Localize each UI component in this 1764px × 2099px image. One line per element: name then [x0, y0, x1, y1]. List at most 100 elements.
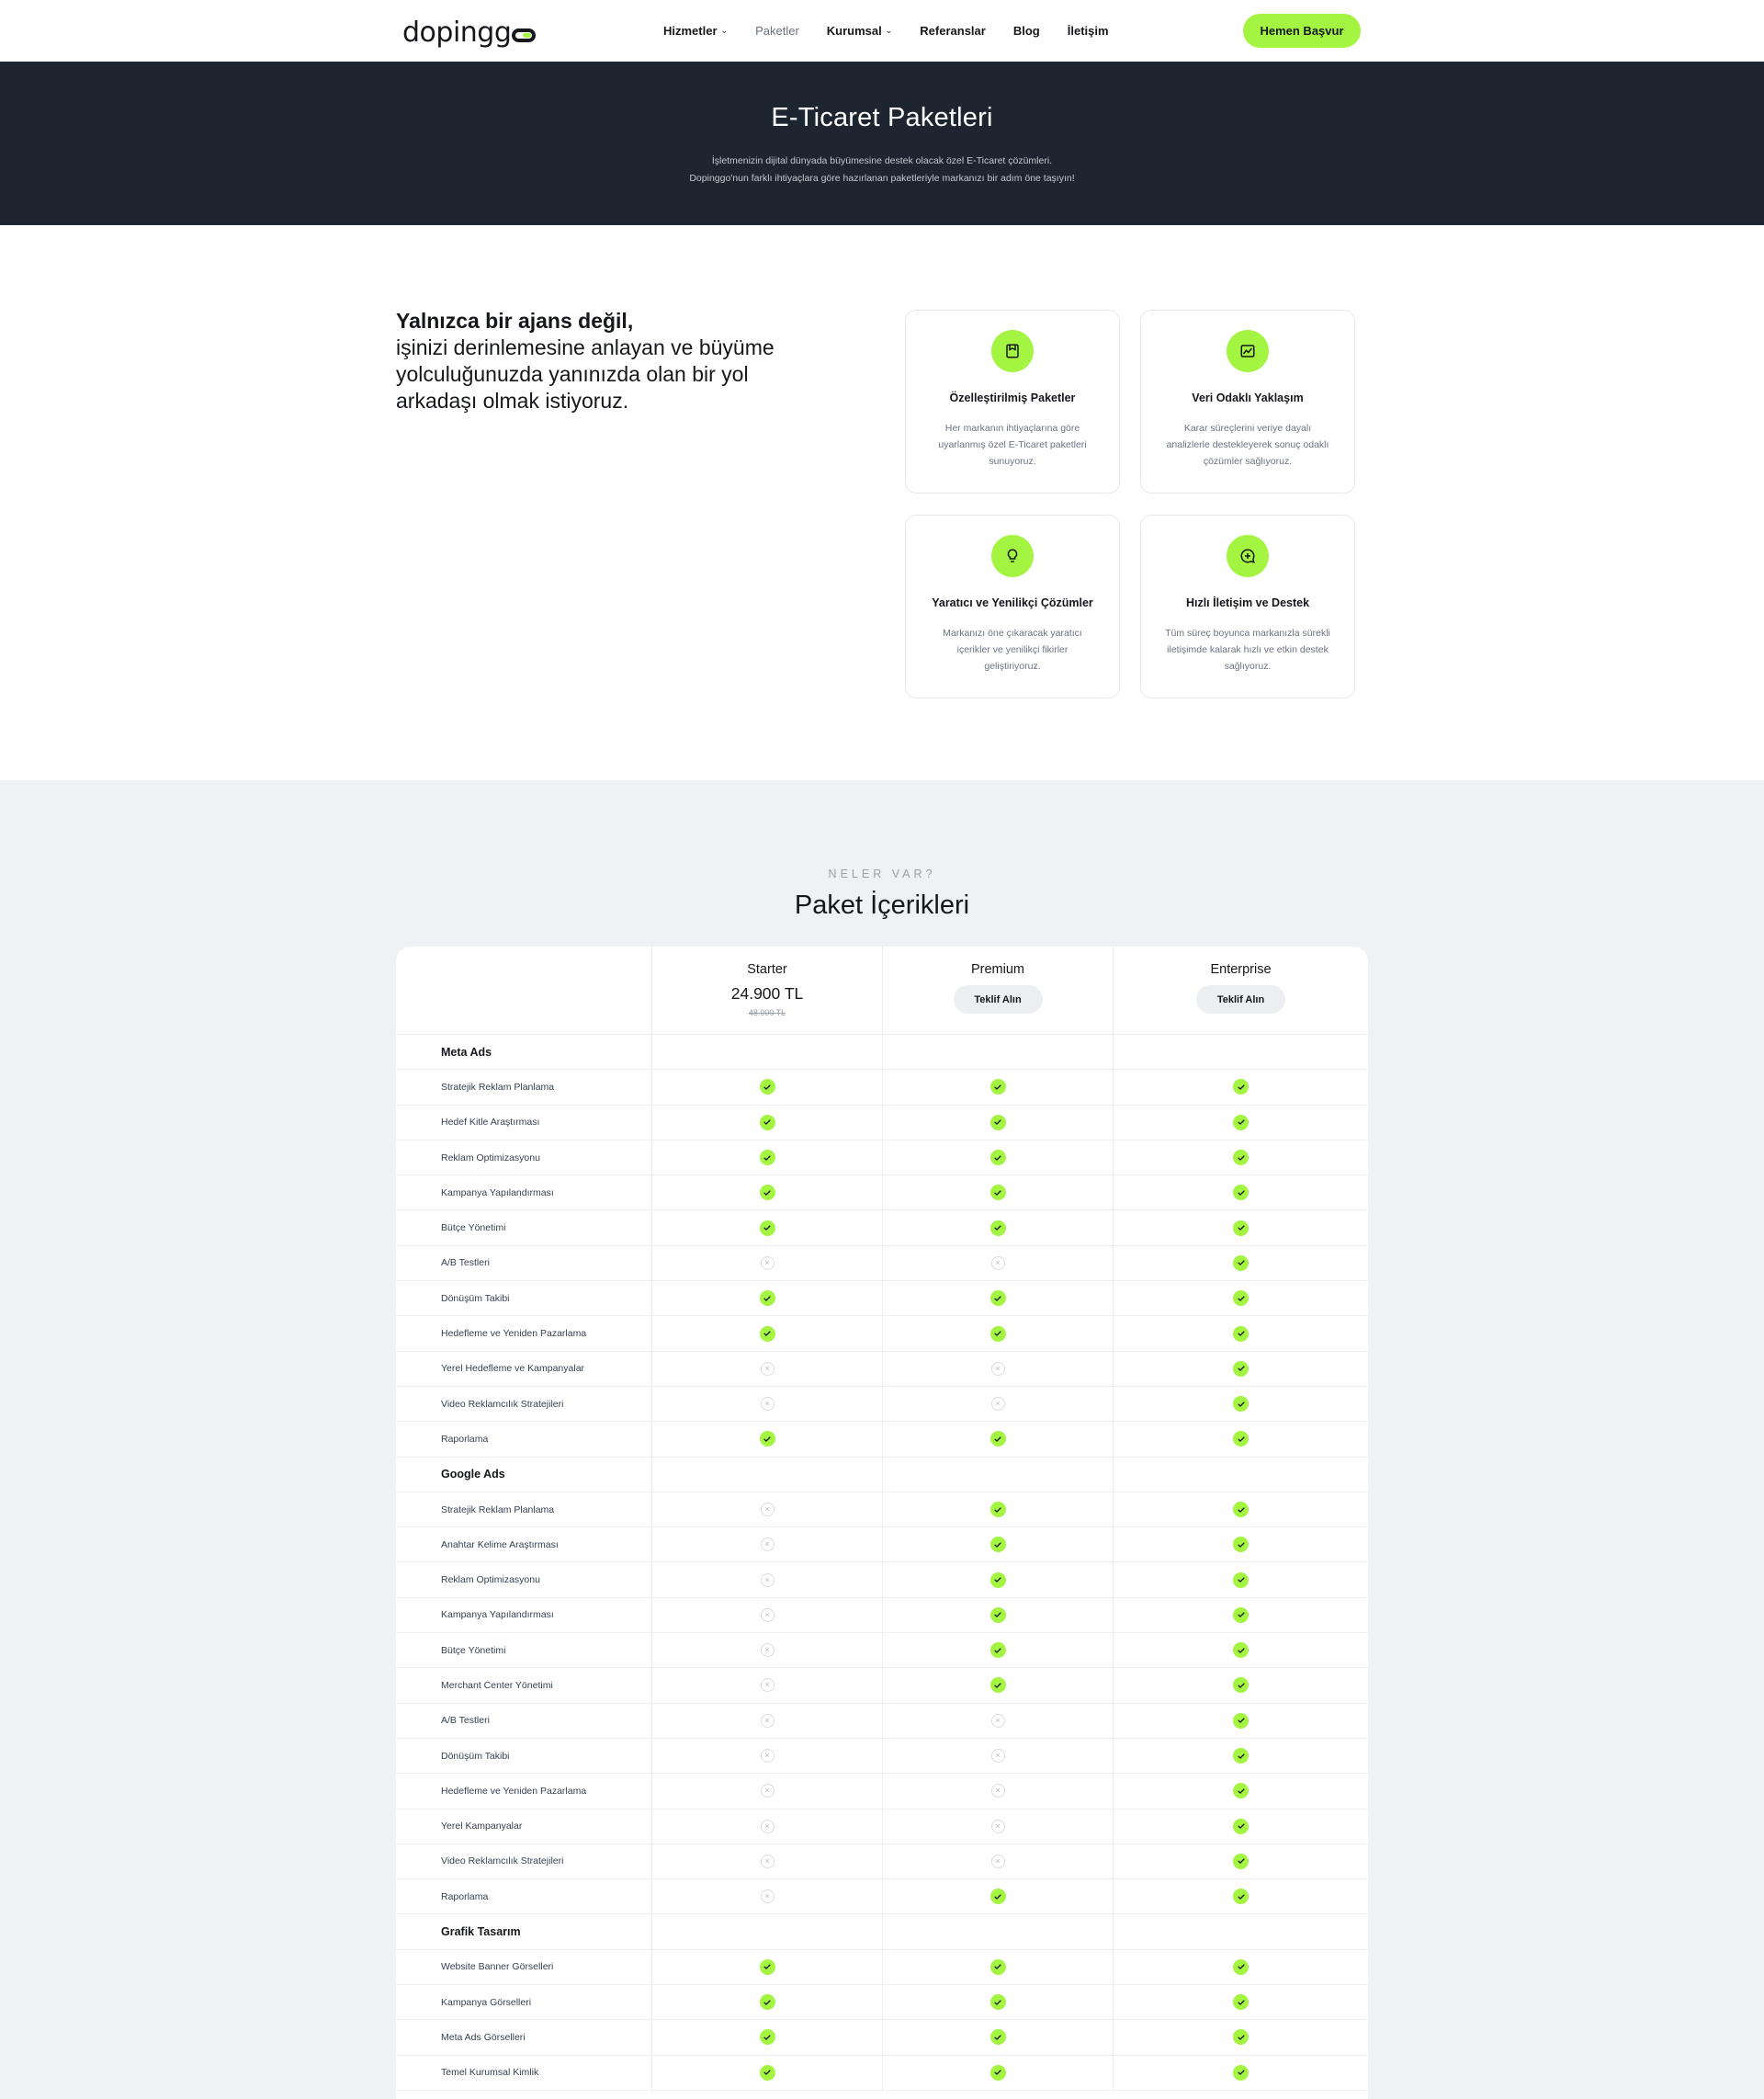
table-cell: [882, 1316, 1113, 1351]
check-icon: [989, 1994, 1006, 2011]
table-cell: [651, 1175, 882, 1210]
table-cell: [1113, 1879, 1368, 1914]
get-quote-button[interactable]: Teklif Alın: [953, 985, 1043, 1014]
feature-title: Hızlı İletişim ve Destek: [1185, 596, 1310, 609]
feature-desc: Markanızı öne çıkaracak yaratıcı içerikl…: [943, 628, 1082, 672]
table-section-row: Grafik Tasarım: [396, 1914, 1368, 1950]
table-row: Website Banner Görselleri: [396, 1949, 1368, 1986]
cross-icon: ×: [760, 1537, 775, 1552]
feature-label: Kampanya Yapılandırması: [441, 1609, 554, 1621]
table-cell: [651, 2020, 882, 2055]
table-cell: [882, 1457, 1113, 1492]
table-cell: [882, 1175, 1113, 1210]
header-spacer: [396, 947, 651, 1034]
nav-item-kurumsal[interactable]: Kurumsal ⌄: [827, 24, 893, 38]
chart-icon: [1227, 330, 1269, 372]
main-nav: Hizmetler ⌄ Paketler Kurumsal ⌄ Referansla…: [663, 0, 1136, 62]
chevron-down-icon: ⌄: [885, 26, 893, 35]
table-row: Yerel Kampanyalar × ×: [396, 1809, 1368, 1844]
table-cell: [882, 1422, 1113, 1457]
check-icon: [1233, 1818, 1249, 1834]
check-icon: [759, 1114, 775, 1130]
table-cell: [1113, 1527, 1368, 1562]
check-icon: [1233, 2064, 1249, 2081]
check-icon: [989, 1185, 1006, 1201]
table-cell: [882, 1527, 1113, 1562]
check-icon: [1233, 1853, 1249, 1869]
cross-icon: ×: [760, 1854, 775, 1868]
table-row: Raporlama: [396, 1422, 1368, 1458]
packages-section: NELER VAR? Paket İçerikleri Starter 24.9…: [0, 780, 1764, 2099]
table-row: Kampanya Yapılandırması ×: [396, 1597, 1368, 1634]
table-row: Bütçe Yönetimi ×: [396, 1633, 1368, 1669]
comparison-table: Starter 24.900 TL 48.000 TL Premium Tekl…: [396, 947, 1368, 2099]
check-icon: [759, 1325, 775, 1342]
package-icon: [991, 330, 1034, 372]
table-cell: [651, 1949, 882, 1985]
check-icon: [989, 1642, 1006, 1659]
table-cell: [1113, 1597, 1368, 1633]
feature-title: Veri Odaklı Yaklaşım: [1192, 391, 1304, 404]
nav-item-hizmetler[interactable]: Hizmetler ⌄: [663, 24, 728, 38]
table-cell: [1113, 1140, 1368, 1175]
feature-label: Yerel Kampanyalar: [441, 1821, 523, 1832]
plan-premium: Premium Teklif Alın: [882, 947, 1113, 1034]
nav-item-iletisim[interactable]: İletişim: [1068, 24, 1109, 38]
check-icon: [1233, 1220, 1249, 1236]
feature-desc: Karar süreçlerini veriye dayalı analizle…: [1166, 423, 1329, 467]
plan-enterprise: Enterprise Teklif Alın: [1113, 947, 1368, 1034]
nav-item-referanslar[interactable]: Referanslar: [920, 24, 986, 38]
logo[interactable]: dopingg: [402, 17, 537, 49]
cross-icon: ×: [760, 1572, 775, 1587]
plan-name: Starter: [747, 962, 787, 977]
feature-label: Website Banner Görselleri: [441, 1961, 554, 1973]
table-cell: [882, 2055, 1113, 2090]
table-row: Meta Ads Görselleri: [396, 2020, 1368, 2056]
feature-label: Yerel Hedefleme ve Kampanyalar: [441, 1363, 585, 1375]
table-cell: ×: [651, 1738, 882, 1774]
table-cell: ×: [651, 1351, 882, 1386]
get-quote-button[interactable]: Teklif Alın: [1196, 985, 1285, 1014]
feature-label: A/B Testleri: [441, 1257, 490, 1269]
check-icon: [989, 1606, 1006, 1623]
apply-button[interactable]: Hemen Başvur: [1243, 14, 1361, 48]
check-icon: [989, 1889, 1006, 1905]
cross-icon: ×: [760, 1255, 775, 1270]
table-cell: [651, 1140, 882, 1175]
check-icon: [759, 1431, 775, 1447]
feature-title: Yaratıcı ve Yenilikçi Çözümler: [932, 596, 1093, 609]
cross-icon: ×: [760, 1503, 775, 1516]
cross-icon: ×: [990, 1819, 1005, 1833]
table-row: Temel Kurumsal Kimlik: [396, 2055, 1368, 2091]
table-cell: [1113, 1809, 1368, 1844]
nav-item-paketler[interactable]: Paketler: [755, 24, 799, 38]
table-cell: [1113, 1175, 1368, 1210]
cross-icon: ×: [760, 1643, 775, 1658]
table-row: Merchant Center Yönetimi ×: [396, 1668, 1368, 1704]
check-icon: [1233, 2029, 1249, 2046]
check-icon: [989, 1079, 1006, 1095]
table-cell: ×: [651, 1668, 882, 1703]
table-cell: [882, 1562, 1113, 1597]
intro-bold: Yalnızca bir ajans değil,: [396, 309, 634, 333]
feature-label: Stratejik Reklam Planlama: [441, 1503, 555, 1515]
feature-label: Reklam Optimizasyonu: [441, 1152, 540, 1163]
table-cell: ×: [882, 1245, 1113, 1281]
table-cell: [1113, 1245, 1368, 1281]
table-cell: [1113, 1457, 1368, 1492]
nav-item-blog[interactable]: Blog: [1013, 24, 1040, 38]
hero-subtitle: İşletmenizin dijital dünyada büyümesine …: [0, 153, 1764, 187]
table-row: Video Reklamcılık Stratejileri × ×: [396, 1386, 1368, 1423]
feature-label: Hedef Kitle Araştırması: [441, 1117, 540, 1129]
check-icon: [989, 1571, 1006, 1588]
check-icon: [1233, 1325, 1249, 1342]
chat-icon: [1227, 535, 1269, 577]
section-label: Google Ads: [441, 1468, 505, 1481]
feature-desc: Tüm süreç boyunca markanızla sürekli ile…: [1165, 628, 1330, 672]
cross-icon: ×: [990, 1713, 1005, 1728]
cross-icon: ×: [990, 1361, 1005, 1376]
section-title: Paket İçerikleri: [794, 891, 970, 920]
table-cell: ×: [882, 1386, 1113, 1422]
check-icon: [759, 2064, 775, 2081]
table-cell: ×: [882, 1809, 1113, 1844]
